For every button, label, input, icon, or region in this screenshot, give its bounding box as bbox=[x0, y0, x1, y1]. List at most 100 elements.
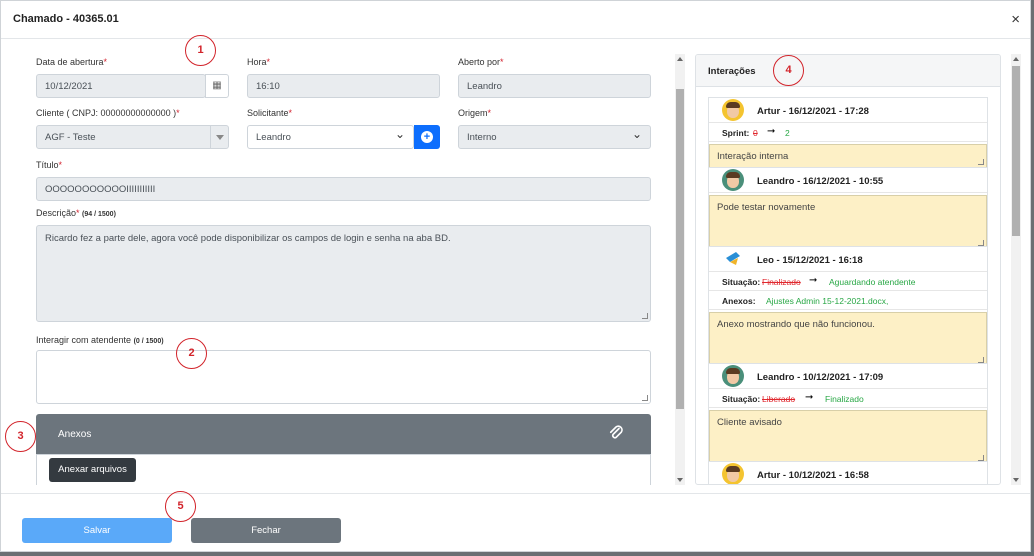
old-value: Liberado bbox=[762, 394, 796, 404]
anexar-arquivos-button[interactable]: Anexar arquivos bbox=[49, 458, 136, 482]
interacoes-header: Interações bbox=[696, 55, 1000, 87]
interaction-author: Leandro - 16/12/2021 - 10:55 bbox=[709, 168, 987, 193]
arrow-right-icon: ➞ bbox=[809, 275, 818, 286]
add-solicitante-button[interactable]: + bbox=[414, 125, 440, 149]
new-value: 2 bbox=[785, 128, 790, 138]
chamado-modal: Chamado - 40365.01 × Data de abertura* 1… bbox=[0, 0, 1031, 552]
resize-handle[interactable] bbox=[642, 395, 648, 401]
close-icon[interactable]: × bbox=[1011, 11, 1020, 28]
note-text: Pode testar novamente bbox=[717, 202, 816, 213]
anexos-header: Anexos bbox=[36, 414, 651, 454]
plus-icon: + bbox=[421, 131, 433, 143]
change-row: Situação: Finalizado ➞ Aguardando atende… bbox=[709, 272, 987, 291]
descricao-text: Ricardo fez a parte dele, agora você pod… bbox=[45, 233, 451, 244]
interaction-note[interactable]: Interação interna bbox=[709, 144, 987, 168]
form-scrollbar[interactable] bbox=[675, 54, 685, 485]
resize-handle[interactable] bbox=[642, 313, 648, 319]
modal-title: Chamado - 40365.01 bbox=[13, 13, 119, 25]
interacoes-panel: Interações Artur - 16/12/2021 - 17:28 Sp… bbox=[695, 54, 1001, 485]
change-row: Situação: Liberado ➞ Finalizado bbox=[709, 389, 987, 408]
change-row: Sprint: 0 ➞ 2 bbox=[709, 123, 987, 142]
label-titulo: Título* bbox=[36, 160, 63, 170]
label-cliente: Cliente ( CNPJ: 00000000000000 )* bbox=[36, 108, 180, 118]
anexos-label: Anexos: bbox=[722, 296, 756, 306]
label-origem: Origem* bbox=[458, 108, 492, 118]
arrow-right-icon: ➞ bbox=[767, 126, 776, 137]
scroll-down-icon[interactable] bbox=[1013, 478, 1019, 482]
new-value: Finalizado bbox=[825, 394, 864, 404]
avatar bbox=[722, 365, 744, 387]
interaction-card: Artur - 10/12/2021 - 16:58 bbox=[708, 461, 988, 484]
interaction-author: Artur - 16/12/2021 - 17:28 bbox=[709, 98, 987, 123]
note-text: Anexo mostrando que não funcionou. bbox=[717, 319, 875, 330]
origem-select[interactable]: Interno bbox=[458, 125, 651, 149]
solicitante-select[interactable]: Leandro bbox=[247, 125, 414, 149]
author-line: Leo - 15/12/2021 - 16:18 bbox=[757, 255, 863, 266]
anexos-title: Anexos bbox=[58, 429, 92, 440]
scroll-thumb[interactable] bbox=[1012, 66, 1020, 236]
author-line: Artur - 16/12/2021 - 17:28 bbox=[757, 106, 869, 117]
aberto-por-input[interactable]: Leandro bbox=[458, 74, 651, 98]
scroll-down-icon[interactable] bbox=[677, 478, 683, 482]
interaction-note[interactable]: Pode testar novamente bbox=[709, 195, 987, 249]
annotation-1: 1 bbox=[185, 35, 216, 66]
interaction-note[interactable]: Anexo mostrando que não funcionou. bbox=[709, 312, 987, 366]
scroll-up-icon[interactable] bbox=[1013, 57, 1019, 61]
old-value: 0 bbox=[753, 128, 758, 138]
arrow-right-icon: ➞ bbox=[805, 392, 814, 403]
leo-logo-icon bbox=[726, 252, 740, 265]
interacoes-scrollbar[interactable] bbox=[1011, 54, 1021, 485]
save-button[interactable]: Salvar bbox=[22, 518, 172, 543]
label-data-abertura: Data de abertura* bbox=[36, 57, 108, 67]
author-line: Leandro - 16/12/2021 - 10:55 bbox=[757, 176, 884, 187]
interaction-author: Leandro - 10/12/2021 - 17:09 bbox=[709, 364, 987, 389]
annotation-3: 3 bbox=[5, 421, 36, 452]
change-label: Situação: bbox=[722, 394, 761, 404]
scroll-up-icon[interactable] bbox=[677, 57, 683, 61]
annotation-4: 4 bbox=[773, 55, 804, 86]
interacoes-title: Interações bbox=[708, 66, 756, 77]
scroll-thumb[interactable] bbox=[676, 89, 684, 409]
note-text: Cliente avisado bbox=[717, 417, 782, 428]
interaction-note[interactable]: Cliente avisado bbox=[709, 410, 987, 464]
chevron-down-icon[interactable] bbox=[210, 125, 228, 149]
resize-handle[interactable] bbox=[978, 159, 984, 165]
author-line: Leandro - 10/12/2021 - 17:09 bbox=[757, 372, 884, 383]
avatar bbox=[722, 169, 744, 191]
interaction-card: Leandro - 16/12/2021 - 10:55 Pode testar… bbox=[708, 167, 988, 250]
hora-input[interactable]: 16:10 bbox=[247, 74, 440, 98]
data-abertura-input[interactable]: 10/12/2021 bbox=[36, 74, 206, 98]
interaction-card: Artur - 16/12/2021 - 17:28 Sprint: 0 ➞ 2… bbox=[708, 97, 988, 169]
label-solicitante: Solicitante* bbox=[247, 108, 293, 118]
interagir-textarea[interactable] bbox=[36, 350, 651, 404]
interaction-author: Leo - 15/12/2021 - 16:18 bbox=[709, 247, 987, 272]
interaction-card: Leandro - 10/12/2021 - 17:09 Situação: L… bbox=[708, 363, 988, 465]
label-hora: Hora* bbox=[247, 57, 271, 67]
label-aberto-por: Aberto por* bbox=[458, 57, 504, 67]
titulo-input[interactable]: OOOOOOOOOOOIIIIIIIIIII bbox=[36, 177, 651, 201]
change-label: Situação: bbox=[722, 277, 761, 287]
old-value: Finalizado bbox=[762, 277, 801, 287]
annotation-2: 2 bbox=[176, 338, 207, 369]
label-interagir: Interagir com atendente (0 / 1500) bbox=[36, 335, 164, 345]
avatar bbox=[722, 463, 744, 484]
cliente-select[interactable]: AGF - Teste bbox=[36, 125, 229, 149]
change-label: Sprint: bbox=[722, 128, 750, 138]
close-button[interactable]: Fechar bbox=[191, 518, 341, 543]
anexos-row: Anexos: Ajustes Admin 15-12-2021.docx, bbox=[709, 291, 987, 310]
avatar bbox=[722, 99, 744, 121]
calendar-icon[interactable]: ▦ bbox=[205, 74, 229, 98]
form-pane: Data de abertura* 10/12/2021 ▦ Hora* 16:… bbox=[23, 49, 673, 485]
descricao-textarea[interactable]: Ricardo fez a parte dele, agora você pod… bbox=[36, 225, 651, 322]
annotation-5: 5 bbox=[165, 491, 196, 522]
interaction-author: Artur - 10/12/2021 - 16:58 bbox=[709, 462, 987, 484]
avatar bbox=[722, 248, 744, 270]
note-text: Interação interna bbox=[717, 151, 789, 162]
author-line: Artur - 10/12/2021 - 16:58 bbox=[757, 470, 869, 481]
paperclip-icon[interactable] bbox=[607, 424, 625, 442]
interaction-card: Leo - 15/12/2021 - 16:18 Situação: Final… bbox=[708, 246, 988, 367]
new-value: Aguardando atendente bbox=[829, 277, 916, 287]
label-descricao: Descrição* (94 / 1500) bbox=[36, 208, 116, 218]
modal-header: Chamado - 40365.01 × bbox=[1, 1, 1030, 39]
attachment-link[interactable]: Ajustes Admin 15-12-2021.docx, bbox=[766, 296, 888, 306]
